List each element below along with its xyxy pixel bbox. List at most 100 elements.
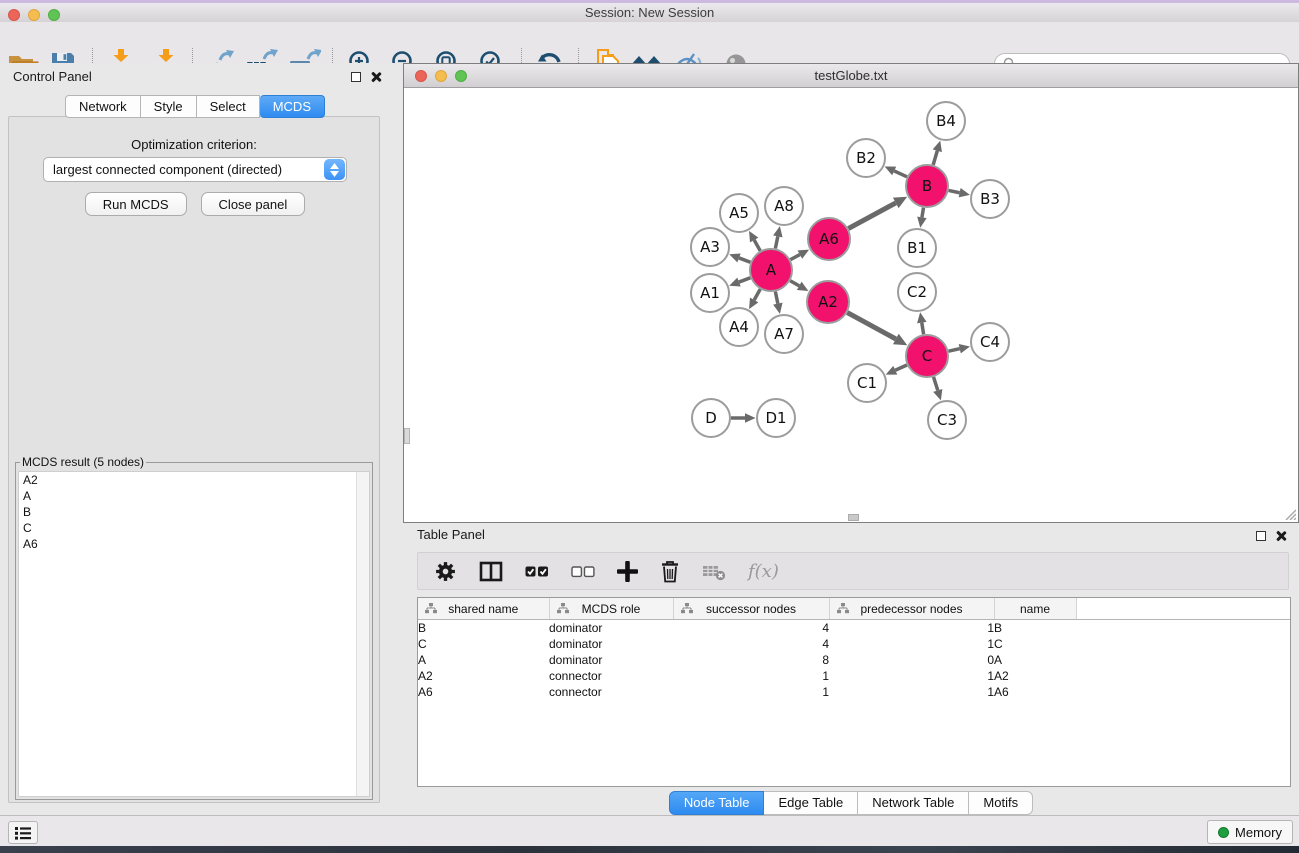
tab-style[interactable]: Style [141, 95, 197, 118]
edge-A-A2[interactable] [790, 281, 799, 286]
mcds-result-item[interactable]: C [19, 520, 369, 536]
table-settings-button[interactable] [434, 556, 457, 586]
column-header-shared-name[interactable]: shared name [418, 598, 549, 620]
close-window-button[interactable] [8, 9, 20, 21]
delete-table-button[interactable] [702, 556, 726, 586]
canvas-scroll-thumb-v[interactable] [404, 428, 410, 444]
status-bar: Memory [0, 815, 1299, 846]
node-label-B1: B1 [907, 239, 927, 257]
create-column-button[interactable] [617, 556, 638, 586]
mcds-result-list[interactable]: A2ABCA6 [18, 471, 370, 797]
edge-A6-B[interactable] [848, 203, 895, 229]
node-label-A8: A8 [774, 197, 794, 215]
mcds-result-group: MCDS result (5 nodes) A2ABCA6 [15, 455, 373, 800]
tab-edge-table[interactable]: Edge Table [764, 791, 858, 815]
node-table[interactable]: shared nameMCDS rolesuccessor nodesprede… [417, 597, 1291, 787]
select-stepper-icon [324, 159, 345, 180]
memory-button[interactable]: Memory [1207, 820, 1293, 844]
mcds-result-item[interactable]: A [19, 488, 369, 504]
mcds-result-title: MCDS result (5 nodes) [20, 455, 146, 469]
resize-grip-icon[interactable] [1283, 507, 1296, 520]
table-row[interactable]: Cdominator41C [418, 636, 1290, 652]
main-toolbar [0, 22, 1299, 64]
network-canvas[interactable]: B4B2BB3A8A5A6A3B1AC2A1A2A4A7C4CC1DD1C3 [404, 88, 1298, 522]
table-toolbar: f(x) [417, 552, 1289, 590]
column-header-name[interactable]: name [994, 598, 1076, 620]
table-row[interactable]: Bdominator41B [418, 620, 1290, 637]
criterion-select[interactable]: largest connected component (directed) [43, 157, 347, 182]
show-columns-button[interactable] [479, 556, 503, 586]
run-mcds-button[interactable]: Run MCDS [85, 192, 187, 216]
edge-B-B2[interactable] [894, 171, 907, 177]
edge-A-A5[interactable] [754, 240, 760, 251]
canvas-scroll-thumb[interactable] [848, 514, 859, 521]
edge-A-A1[interactable] [739, 278, 750, 282]
node-label-B3: B3 [980, 190, 1000, 208]
edge-A-A7[interactable] [775, 292, 777, 304]
minimize-window-button[interactable] [28, 9, 40, 21]
edge-C-C3[interactable] [934, 377, 938, 390]
tab-mcds[interactable]: MCDS [260, 95, 325, 118]
column-header-MCDS-role[interactable]: MCDS role [549, 598, 673, 620]
table-row[interactable]: Adominator80A [418, 652, 1290, 668]
deselect-all-button[interactable] [571, 556, 595, 586]
network-window: testGlobe.txt B4B2BB3A8A5A6A3B1AC2A1A2A4… [403, 63, 1299, 523]
table-panel-title: Table Panel [417, 527, 485, 542]
close-network-button[interactable] [415, 70, 427, 82]
tab-node-table[interactable]: Node Table [669, 791, 765, 815]
edge-C-C1[interactable] [895, 365, 907, 370]
tab-select[interactable]: Select [197, 95, 260, 118]
node-label-C2: C2 [907, 283, 927, 301]
tab-network[interactable]: Network [65, 95, 141, 118]
edge-A-A4[interactable] [754, 289, 760, 300]
close-panel-icon[interactable] [370, 71, 382, 83]
network-graph: B4B2BB3A8A5A6A3B1AC2A1A2A4A7C4CC1DD1C3 [404, 88, 1298, 522]
control-panel: Control Panel NetworkStyleSelectMCDS Opt… [0, 63, 390, 815]
table-row[interactable]: A2connector11A2 [418, 668, 1290, 684]
edge-A-A6[interactable] [790, 255, 799, 260]
edge-B-B3[interactable] [949, 190, 960, 192]
edge-B-B4[interactable] [933, 151, 937, 165]
criterion-label: Optimization criterion: [9, 137, 379, 152]
zoom-network-button[interactable] [455, 70, 467, 82]
node-label-C4: C4 [980, 333, 1000, 351]
edge-A-A3[interactable] [739, 258, 750, 262]
column-view-icon [479, 561, 503, 582]
edge-B-B1[interactable] [922, 208, 924, 218]
column-header-predecessor-nodes[interactable]: predecessor nodes [829, 598, 994, 620]
table-panel: Table Panel [403, 523, 1299, 815]
list-icon [15, 826, 31, 840]
edge-C-C4[interactable] [948, 349, 959, 352]
edge-A2-C[interactable] [847, 313, 896, 339]
edge-C-C2[interactable] [922, 323, 924, 335]
list-scrollbar[interactable] [356, 472, 369, 796]
float-table-panel-icon[interactable] [1256, 531, 1266, 541]
mcds-result-item[interactable]: B [19, 504, 369, 520]
window-controls [8, 9, 60, 21]
edge-arrowhead [773, 226, 782, 237]
edge-A-A8[interactable] [775, 236, 777, 248]
control-panel-tabs: NetworkStyleSelectMCDS [0, 95, 390, 118]
close-table-panel-icon[interactable] [1275, 530, 1287, 542]
edge-arrowhead [933, 389, 942, 400]
tab-network-table[interactable]: Network Table [858, 791, 969, 815]
attribute-tree-icon [425, 603, 437, 614]
close-panel-button[interactable]: Close panel [201, 192, 306, 216]
select-all-button[interactable] [525, 556, 549, 586]
edge-arrowhead [745, 413, 756, 423]
delete-column-button[interactable] [660, 556, 680, 586]
mcds-result-item[interactable]: A2 [19, 472, 369, 488]
mcds-panel: Optimization criterion: largest connecte… [8, 116, 380, 803]
edge-arrowhead [729, 278, 741, 287]
node-label-A7: A7 [774, 325, 794, 343]
function-builder-button[interactable]: f(x) [748, 556, 779, 586]
column-header-successor-nodes[interactable]: successor nodes [673, 598, 829, 620]
network-window-titlebar[interactable]: testGlobe.txt [404, 64, 1298, 88]
minimize-network-button[interactable] [435, 70, 447, 82]
mcds-result-item[interactable]: A6 [19, 536, 369, 552]
tab-motifs[interactable]: Motifs [969, 791, 1033, 815]
table-row[interactable]: A6connector11A6 [418, 684, 1290, 700]
zoom-window-button[interactable] [48, 9, 60, 21]
float-panel-icon[interactable] [351, 72, 361, 82]
task-history-button[interactable] [8, 821, 38, 844]
